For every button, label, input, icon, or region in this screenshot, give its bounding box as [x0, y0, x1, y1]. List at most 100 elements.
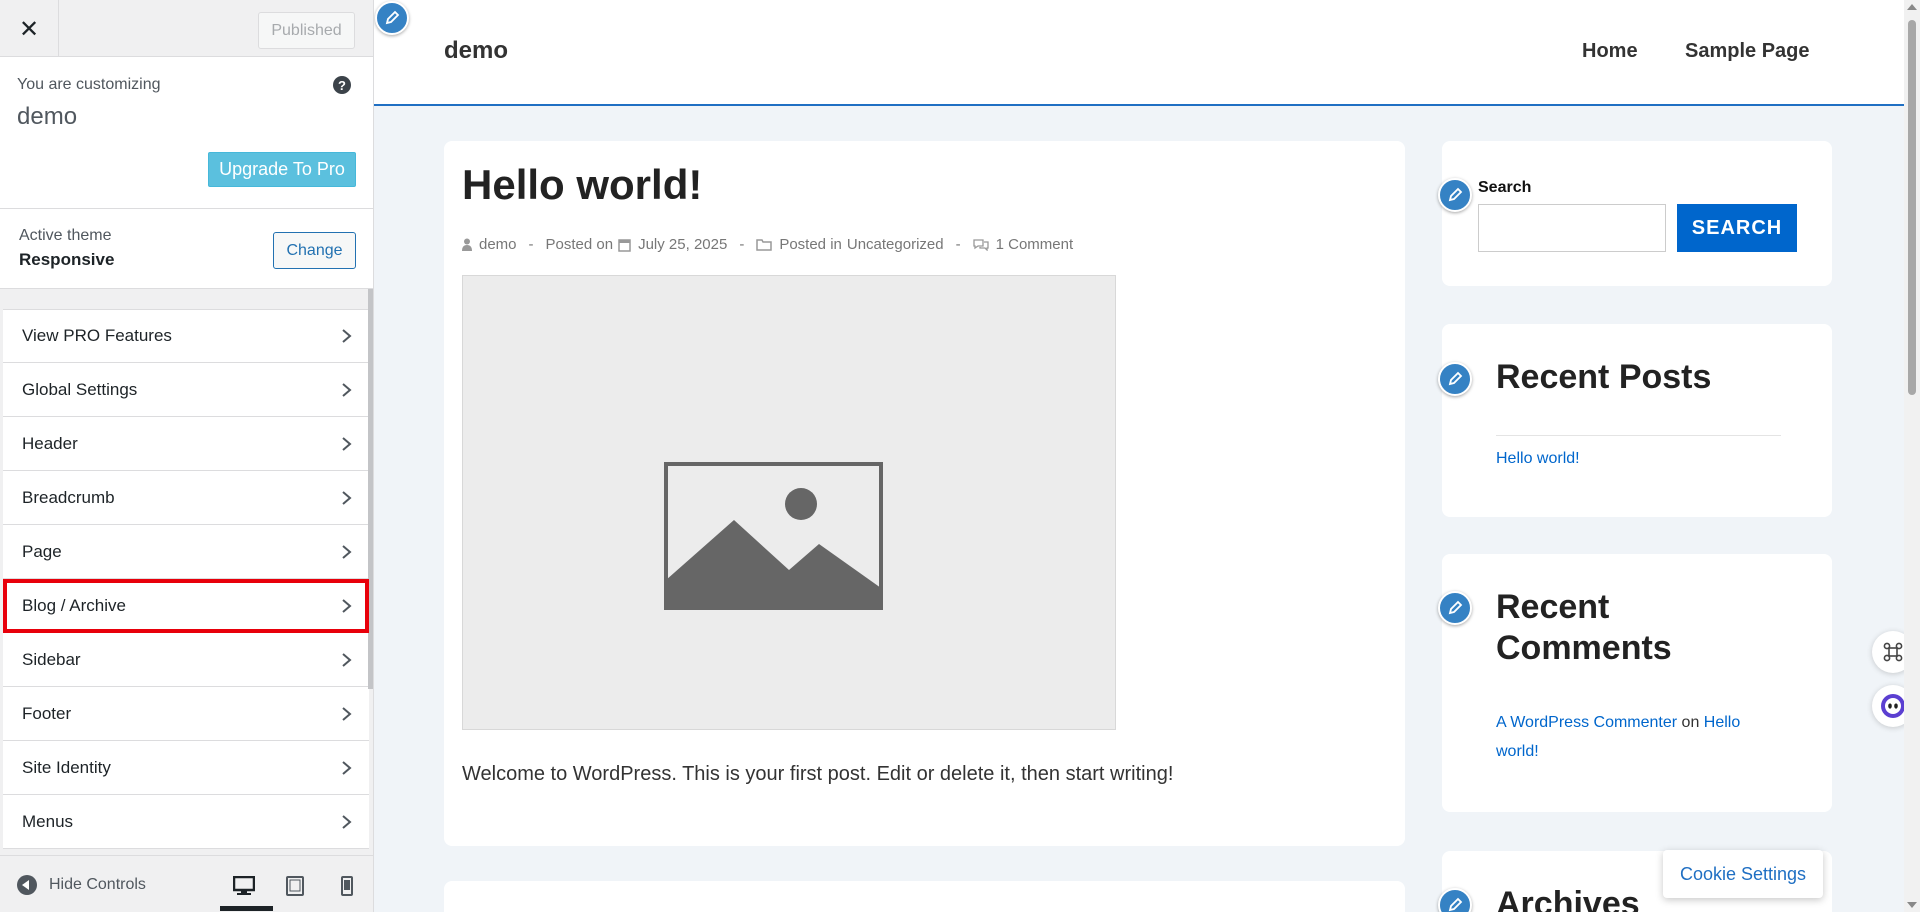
recent-comments-title-line2: Comments [1496, 628, 1672, 667]
menu-item-label: Menus [22, 811, 74, 831]
close-icon[interactable]: ✕ [0, 0, 59, 57]
post-author[interactable]: demo [479, 236, 517, 253]
scroll-up-icon[interactable] [1907, 4, 1917, 10]
menu-item-page[interactable]: Page [3, 525, 369, 579]
customizer-header: ✕ Published [0, 0, 373, 57]
menu-item-header[interactable]: Header [3, 417, 369, 471]
chevron-right-icon [342, 490, 352, 505]
posted-in-label: Posted in [779, 236, 842, 253]
customizing-label: You are customizing [17, 76, 161, 93]
post-category[interactable]: Uncategorized [847, 236, 944, 253]
mobile-preview-icon[interactable] [334, 874, 360, 898]
edit-search-widget-icon[interactable] [1438, 178, 1472, 212]
chevron-right-icon [342, 706, 352, 721]
menu-item-sidebar[interactable]: Sidebar [3, 633, 369, 687]
chevron-right-icon [342, 760, 352, 775]
comment-on-text: on [1681, 714, 1700, 731]
menu-item-label: Blog / Archive [22, 595, 126, 615]
nav-sample-page[interactable]: Sample Page [1685, 40, 1810, 63]
customizing-site-name: demo [17, 103, 78, 130]
menu-item-label: Footer [22, 703, 72, 723]
menu-item-breadcrumb[interactable]: Breadcrumb [3, 471, 369, 525]
menu-item-label: Site Identity [22, 757, 111, 777]
customizer-panel: ✕ Published You are customizing ? demo U… [0, 0, 374, 912]
meta-separator: - [955, 236, 961, 253]
edit-site-title-icon[interactable] [375, 1, 409, 35]
user-icon [462, 238, 472, 251]
folder-icon [756, 239, 773, 251]
calendar-icon [618, 238, 631, 252]
recent-comment-entry: A WordPress Commenter on Hello world! [1496, 708, 1786, 766]
desktop-preview-icon[interactable] [220, 874, 273, 911]
active-theme-label: Active theme [19, 227, 112, 244]
menu-item-menus[interactable]: Menus [3, 795, 369, 849]
post-card: Hello world! demo - Posted on July 25, 2… [444, 141, 1405, 846]
archives-title: Archives [1496, 885, 1640, 912]
chevron-right-icon [342, 329, 352, 343]
recent-post-link[interactable]: Hello world! [1496, 450, 1580, 468]
scroll-down-icon[interactable] [1907, 902, 1917, 908]
site-preview: demo Home Sample Page Hello world! demo … [374, 0, 1920, 912]
menu-item-label: Header [22, 433, 78, 453]
comment-author-link[interactable]: A WordPress Commenter [1496, 714, 1677, 731]
menu-item-label: Global Settings [22, 379, 138, 399]
hide-controls-button[interactable]: Hide Controls [17, 875, 146, 895]
menu-item-global-settings[interactable]: Global Settings [3, 363, 369, 417]
preview-scrollbar[interactable] [1904, 0, 1920, 912]
recent-comments-title-line1: Recent [1496, 588, 1610, 626]
search-button[interactable]: SEARCH [1677, 204, 1797, 252]
menu-item-label: View PRO Features [22, 326, 172, 345]
hide-controls-label: Hide Controls [49, 876, 146, 893]
post-featured-image[interactable] [462, 275, 1116, 730]
recent-comments-title: Recent Comments [1496, 587, 1672, 669]
recent-comments-widget: Recent Comments A WordPress Commenter on… [1442, 554, 1832, 812]
post-title[interactable]: Hello world! [462, 161, 702, 209]
customizer-info: You are customizing ? demo Upgrade To Pr… [0, 57, 373, 209]
search-input[interactable] [1478, 204, 1666, 252]
menu-item-label: Breadcrumb [22, 487, 115, 507]
comment-post-link-part1[interactable]: Hello [1704, 714, 1740, 731]
post-comments[interactable]: 1 Comment [996, 236, 1074, 253]
published-button[interactable]: Published [258, 12, 355, 49]
chevron-right-icon [342, 544, 352, 559]
cookie-settings-button[interactable]: Cookie Settings [1663, 850, 1823, 898]
chevron-right-icon [342, 382, 352, 397]
menu-item-label: Page [22, 541, 62, 561]
recent-posts-title: Recent Posts [1496, 358, 1712, 396]
meta-separator: - [528, 236, 534, 253]
upgrade-to-pro-button[interactable]: Upgrade To Pro [208, 152, 356, 187]
recent-posts-widget: Recent Posts Hello world! [1442, 324, 1832, 517]
search-widget: Search SEARCH [1442, 141, 1832, 286]
help-icon[interactable]: ? [333, 76, 351, 94]
chevron-right-icon [342, 598, 352, 613]
chevron-right-icon [342, 814, 352, 829]
posted-on-label: Posted on [545, 236, 614, 253]
comment-post-link-part2[interactable]: world! [1496, 743, 1539, 760]
widget-divider [1496, 435, 1781, 436]
chevron-right-icon [342, 652, 352, 667]
edit-recent-comments-icon[interactable] [1438, 591, 1472, 625]
image-placeholder-icon [664, 462, 883, 610]
site-title[interactable]: demo [444, 37, 508, 65]
tablet-preview-icon[interactable] [282, 874, 308, 898]
scrollbar-thumb[interactable] [1908, 20, 1916, 395]
menu-item-blog-archive[interactable]: Blog / Archive [3, 579, 369, 633]
menu-item-view-pro-features[interactable]: View PRO Features [3, 309, 369, 363]
active-theme-name: Responsive [19, 250, 115, 269]
site-header: demo Home Sample Page [374, 0, 1904, 106]
menu-item-label: Sidebar [22, 649, 81, 669]
edit-recent-posts-icon[interactable] [1438, 362, 1472, 396]
search-widget-label: Search [1478, 179, 1532, 196]
active-theme-section: Active theme Responsive Change [0, 209, 373, 289]
collapse-arrow-icon [17, 875, 37, 895]
change-theme-button[interactable]: Change [273, 232, 356, 269]
nav-home[interactable]: Home [1582, 40, 1638, 63]
meta-separator: - [739, 236, 745, 253]
post-meta: demo - Posted on July 25, 2025 - Posted … [462, 236, 1073, 253]
post-card [444, 881, 1405, 912]
post-date[interactable]: July 25, 2025 [638, 236, 727, 253]
chevron-right-icon [342, 436, 352, 451]
menu-item-site-identity[interactable]: Site Identity [3, 741, 369, 795]
menu-item-footer[interactable]: Footer [3, 687, 369, 741]
customizer-footer: Hide Controls [0, 855, 373, 912]
